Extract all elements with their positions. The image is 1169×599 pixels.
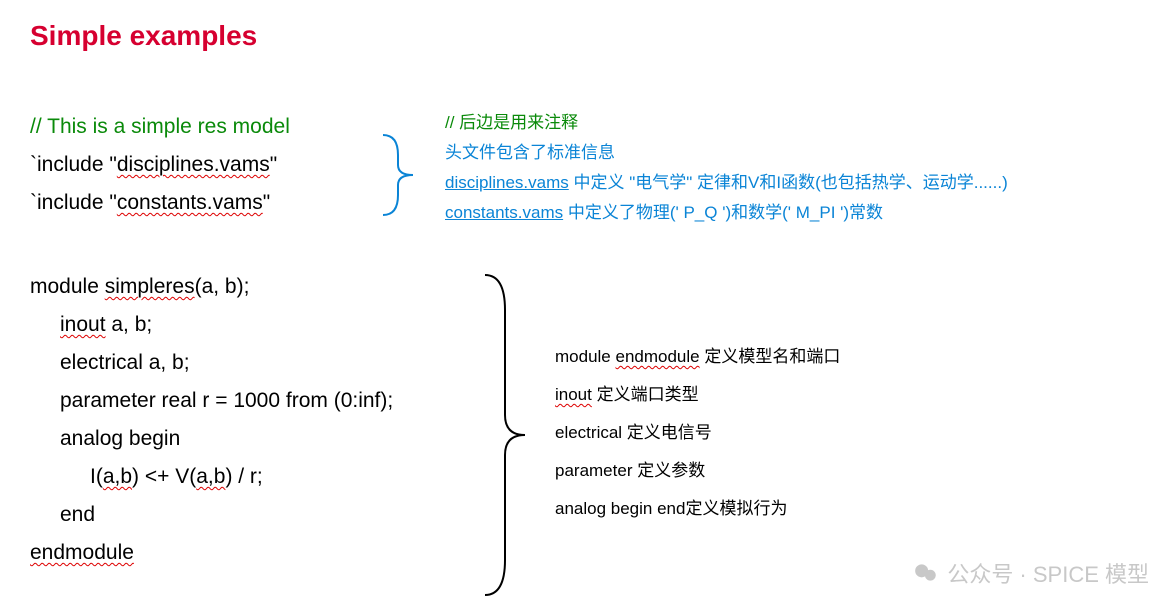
text: module bbox=[30, 275, 105, 298]
watermark-text: 公众号 · SPICE 模型 bbox=[947, 557, 1149, 589]
annotation-disciplines: disciplines.vams 中定义 "电气学" 定律和V和I函数(也包括热… bbox=[445, 168, 1008, 198]
code-end: end bbox=[30, 496, 460, 534]
text: 定义模型名和端口 bbox=[700, 347, 841, 366]
text: module bbox=[555, 347, 615, 366]
annotation-block-top: // 后边是用来注释 头文件包含了标准信息 disciplines.vams 中… bbox=[445, 108, 1008, 228]
annotation-comment: // 后边是用来注释 bbox=[445, 108, 1008, 138]
bracket-icon bbox=[480, 270, 540, 599]
code-include-1: `include "disciplines.vams" bbox=[30, 146, 390, 184]
text: " bbox=[263, 191, 270, 214]
annotation-electrical: electrical 定义电信号 bbox=[555, 414, 840, 452]
annotation-header-info: 头文件包含了标准信息 bbox=[445, 138, 1008, 168]
text: `include " bbox=[30, 191, 117, 214]
code-include-1-name: disciplines.vams bbox=[117, 153, 270, 176]
code-include-2: `include "constants.vams" bbox=[30, 184, 390, 222]
annotation-disciplines-link: disciplines.vams bbox=[445, 173, 569, 192]
annotation-inout: inout 定义端口类型 bbox=[555, 376, 840, 414]
bracket-top bbox=[378, 130, 418, 210]
code-electrical: electrical a, b; bbox=[30, 344, 460, 382]
annotation-module-endmodule: module endmodule 定义模型名和端口 bbox=[555, 338, 840, 376]
slide-root: Simple examples // This is a simple res … bbox=[0, 0, 1169, 599]
code-parameter: parameter real r = 1000 from (0:inf); bbox=[30, 382, 460, 420]
annotation-constants-link: constants.vams bbox=[445, 203, 563, 222]
text: inout bbox=[555, 385, 592, 404]
annotation-parameter: parameter 定义参数 bbox=[555, 452, 840, 490]
text: `include " bbox=[30, 153, 117, 176]
bracket-icon bbox=[378, 130, 428, 220]
code-block-module: module simpleres(a, b); inout a, b; elec… bbox=[30, 268, 460, 572]
watermark: 公众号 · SPICE 模型 bbox=[913, 557, 1149, 589]
wechat-icon bbox=[913, 560, 939, 586]
text: inout bbox=[60, 313, 106, 336]
code-analog-begin: analog begin bbox=[30, 420, 460, 458]
code-block-includes: // This is a simple res model `include "… bbox=[30, 108, 390, 222]
bracket-module bbox=[480, 270, 520, 599]
text: endmodule bbox=[615, 347, 699, 366]
code-inout: inout a, b; bbox=[30, 306, 460, 344]
text: I( bbox=[90, 465, 103, 488]
code-comment: // This is a simple res model bbox=[30, 108, 390, 146]
text: ) <+ V( bbox=[132, 465, 196, 488]
text: " bbox=[270, 153, 277, 176]
annotation-constants: constants.vams 中定义了物理(' P_Q ')和数学(' M_PI… bbox=[445, 198, 1008, 228]
code-endmodule: endmodule bbox=[30, 534, 460, 572]
text: (a, b); bbox=[195, 275, 250, 298]
text: a,b bbox=[103, 465, 132, 488]
slide-title: Simple examples bbox=[30, 20, 1139, 52]
text: 定义端口类型 bbox=[592, 385, 699, 404]
text: endmodule bbox=[30, 541, 134, 564]
text: 中定义 "电气学" 定律和V和I函数(也包括热学、运动学......) bbox=[569, 173, 1008, 192]
annotation-analog: analog begin end定义模拟行为 bbox=[555, 490, 840, 528]
code-include-2-name: constants.vams bbox=[117, 191, 263, 214]
code-assignment: I(a,b) <+ V(a,b) / r; bbox=[30, 458, 460, 496]
text: a,b bbox=[196, 465, 225, 488]
text: ) / r; bbox=[225, 465, 262, 488]
code-module-decl: module simpleres(a, b); bbox=[30, 268, 460, 306]
text: a, b; bbox=[106, 313, 153, 336]
text: 中定义了物理(' P_Q ')和数学(' M_PI ')常数 bbox=[563, 203, 883, 222]
annotation-block-module: module endmodule 定义模型名和端口 inout 定义端口类型 e… bbox=[555, 338, 840, 528]
code-module-name: simpleres bbox=[105, 275, 195, 298]
